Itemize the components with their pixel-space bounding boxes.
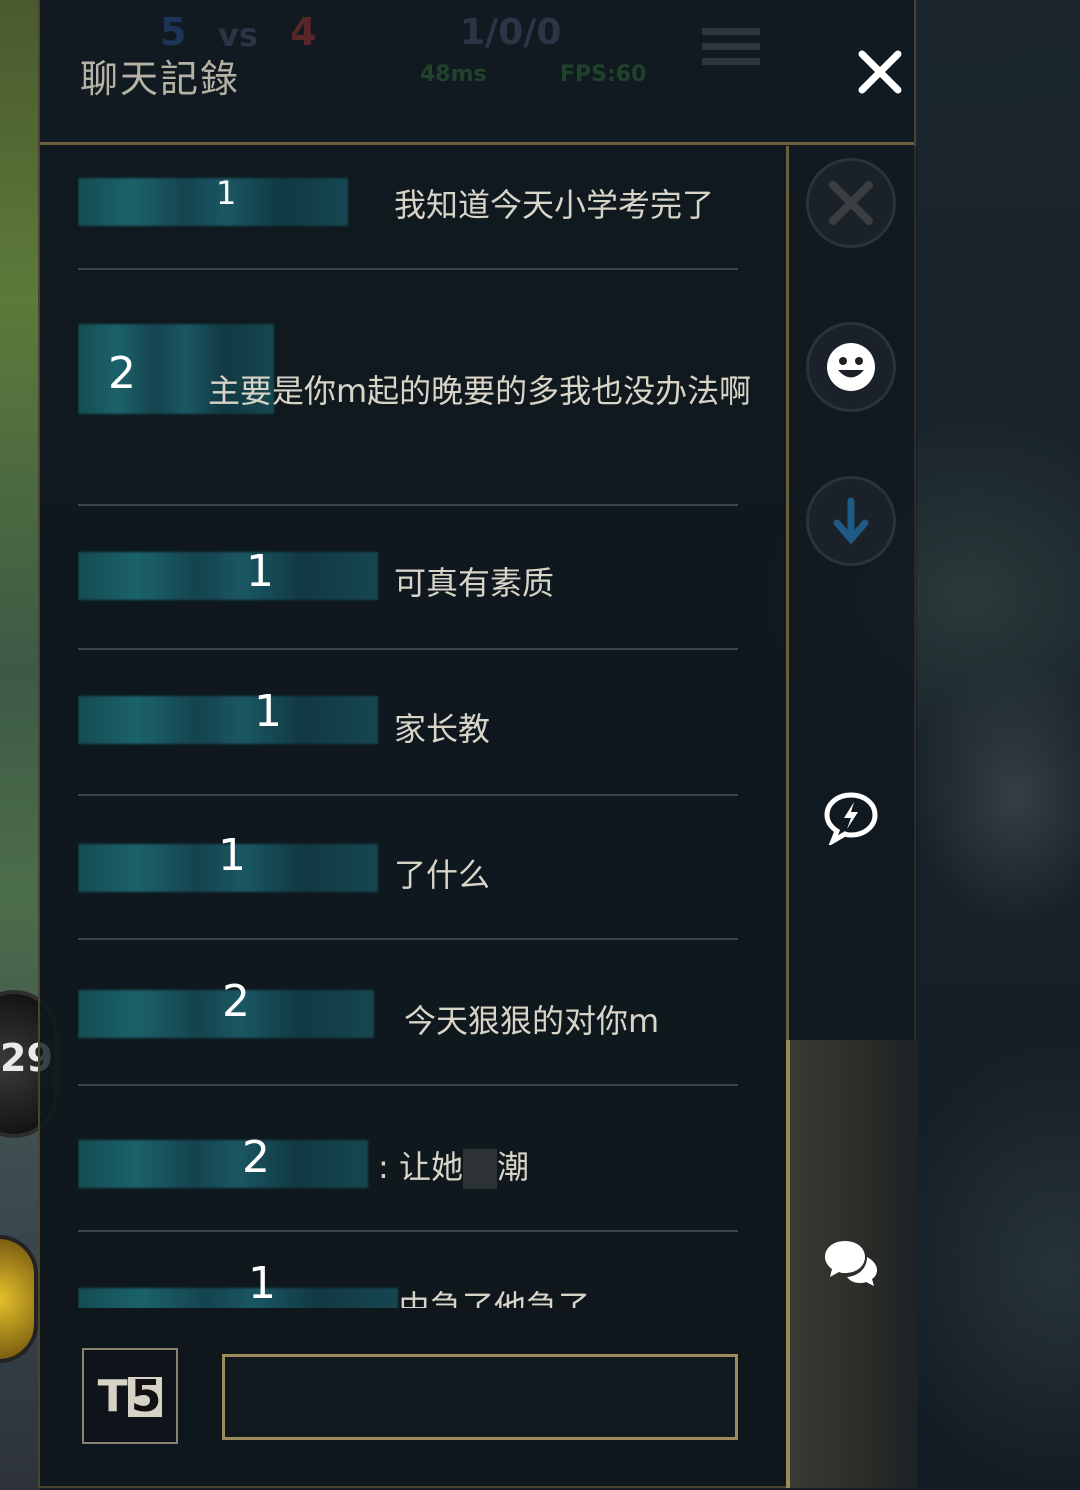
close-button[interactable] bbox=[850, 42, 910, 102]
divider bbox=[78, 1230, 738, 1232]
sender-number: 2 bbox=[222, 976, 250, 1027]
red-team-score: 4 bbox=[290, 10, 317, 54]
message-text-part: : 让她 bbox=[378, 1148, 463, 1186]
chat-header: 5 vs 4 1/0/0 48ms FPS:60 聊天記錄 bbox=[40, 0, 914, 145]
list-item: 1 家长教 bbox=[78, 680, 778, 796]
kda-readout: 1/0/0 bbox=[460, 12, 562, 53]
sender-name-redacted bbox=[78, 178, 348, 226]
channel-label-5: 5 bbox=[127, 1374, 163, 1418]
arrow-down-icon bbox=[833, 497, 869, 545]
message-text: 可真有素质 bbox=[394, 564, 555, 602]
censored-text bbox=[462, 1149, 497, 1189]
sender-number: 1 bbox=[254, 686, 282, 737]
message-text: 了什么 bbox=[394, 856, 491, 894]
sender-number: 1 bbox=[218, 830, 246, 881]
emote-button[interactable] bbox=[806, 322, 896, 412]
divider bbox=[78, 504, 738, 506]
message-text-part: 潮 bbox=[496, 1148, 529, 1186]
message-text: 我知道今天小学考完了 bbox=[394, 186, 715, 224]
chat-message-list[interactable]: 1 我知道今天小学考完了 2 主要是你m起的晚要的多我也没办法啊 1 可真有素质… bbox=[78, 148, 778, 1308]
divider bbox=[78, 648, 738, 650]
chat-bubbles-icon bbox=[825, 1241, 877, 1286]
chat-channel-toggle[interactable]: T5 bbox=[82, 1348, 178, 1444]
fps-readout: FPS:60 bbox=[560, 62, 647, 87]
message-text: 由急了他急了 bbox=[398, 1288, 591, 1308]
sender-number: 1 bbox=[248, 1258, 276, 1308]
quick-chat-button[interactable] bbox=[806, 772, 896, 862]
sender-number: 1 bbox=[216, 174, 237, 212]
quick-chat-icon bbox=[824, 792, 878, 845]
divider bbox=[78, 938, 738, 940]
channel-label-t: T bbox=[97, 1370, 128, 1422]
message-text: : 让她潮 bbox=[378, 1142, 529, 1189]
list-item: 1 由急了他急了 bbox=[78, 1258, 778, 1308]
crossed-swords-icon bbox=[829, 181, 873, 225]
message-text: 主要是你m起的晚要的多我也没办法啊 bbox=[208, 372, 752, 410]
map-area bbox=[918, 100, 1080, 1490]
divider bbox=[78, 1084, 738, 1086]
message-text: 家长教 bbox=[394, 710, 491, 748]
list-item: 1 可真有素质 bbox=[78, 538, 778, 650]
chat-history-button[interactable] bbox=[806, 1218, 896, 1308]
ally-portrait-2 bbox=[0, 1235, 38, 1363]
divider bbox=[78, 268, 738, 270]
sender-name-redacted bbox=[78, 1140, 368, 1188]
sender-number: 1 bbox=[246, 546, 274, 597]
chat-input[interactable] bbox=[222, 1354, 738, 1440]
channel-label: T5 bbox=[98, 1371, 163, 1422]
sender-name-redacted bbox=[78, 696, 378, 744]
sender-number: 2 bbox=[242, 1132, 270, 1183]
list-item: 2 主要是你m起的晚要的多我也没办法啊 bbox=[78, 320, 778, 506]
list-item: 2 : 让她潮 bbox=[78, 1116, 778, 1232]
list-item: 2 今天狠狠的对你m bbox=[78, 970, 778, 1086]
ping-readout: 48ms bbox=[420, 62, 487, 87]
smiley-icon bbox=[827, 343, 875, 391]
list-item: 1 我知道今天小学考完了 bbox=[78, 166, 778, 270]
list-item: 1 了什么 bbox=[78, 826, 778, 942]
sender-name-redacted bbox=[78, 1288, 398, 1308]
divider bbox=[78, 794, 738, 796]
menu-icon bbox=[702, 28, 760, 72]
mute-all-button[interactable] bbox=[806, 158, 896, 248]
page-title: 聊天記錄 bbox=[80, 57, 241, 101]
close-icon bbox=[858, 50, 902, 94]
message-text: 今天狠狠的对你m bbox=[404, 1002, 660, 1040]
sender-name-redacted bbox=[78, 552, 378, 600]
scroll-to-bottom-button[interactable] bbox=[806, 476, 896, 566]
